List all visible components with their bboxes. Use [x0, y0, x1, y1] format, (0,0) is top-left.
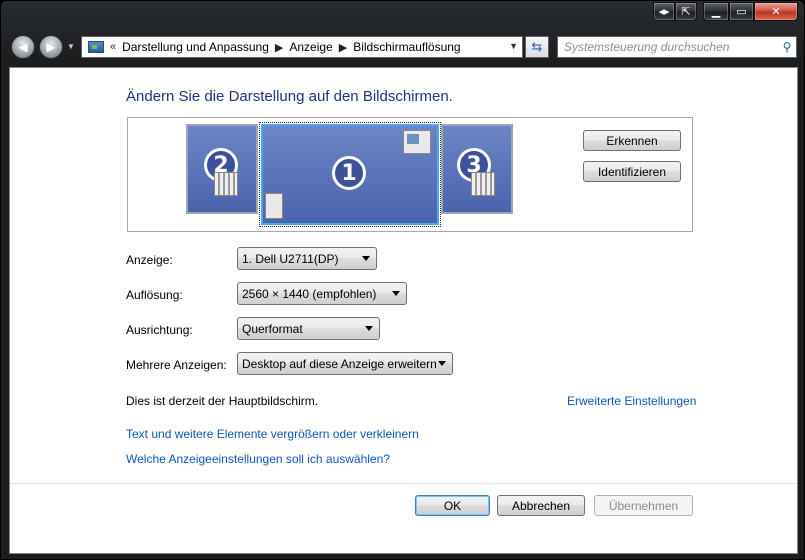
window: ◂▸ ⇱ ▁ ▭ ✕ ◀ ▶ ▼ « Darstellung und Anpas… [0, 0, 805, 560]
advanced-settings-link[interactable]: Erweiterte Einstellungen [567, 394, 701, 408]
close-button[interactable]: ✕ [754, 2, 798, 21]
close-icon: ✕ [771, 6, 781, 18]
display-select[interactable]: 1. Dell U2711(DP) [237, 247, 377, 270]
search-icon[interactable]: ⚲ [778, 40, 796, 54]
chevron-down-icon [362, 256, 370, 261]
identify-button[interactable]: Identifizieren [583, 161, 681, 182]
recent-pages-dropdown[interactable]: ▼ [67, 42, 75, 51]
monitor-calendar-icon [214, 172, 238, 196]
refresh-icon: ⇆ [531, 39, 543, 54]
pin-icon[interactable]: ⇱ [675, 2, 697, 21]
monitor-sidebar-icon [265, 193, 283, 219]
orientation-select[interactable]: Querformat [237, 317, 380, 340]
forward-button[interactable]: ▶ [39, 35, 63, 59]
maximize-button[interactable]: ▭ [729, 2, 754, 21]
page-title: Ändern Sie die Darstellung auf den Bilds… [126, 88, 453, 105]
arrows-icon[interactable]: ◂▸ [653, 2, 675, 21]
resolution-label: Auflösung: [126, 288, 183, 302]
back-button[interactable]: ◀ [11, 35, 35, 59]
chevron-down-icon [365, 326, 373, 331]
breadcrumb-chevron-icon[interactable]: ▶ [339, 41, 347, 54]
monitor-window-icon [403, 130, 431, 154]
display-select-value: 1. Dell U2711(DP) [242, 251, 339, 266]
chevron-down-icon [438, 361, 446, 366]
refresh-button[interactable]: ⇆ [525, 36, 549, 58]
status-text: Dies ist derzeit der Hauptbildschirm. [126, 394, 319, 408]
which-settings-link[interactable]: Welche Anzeigeeinstellungen soll ich aus… [126, 452, 390, 466]
ok-button[interactable]: OK [415, 495, 490, 516]
breadcrumb-overflow[interactable]: « [110, 41, 116, 53]
orientation-label: Ausrichtung: [126, 323, 193, 337]
multiple-displays-select-value: Desktop auf diese Anzeige erweitern [242, 356, 437, 371]
control-panel-icon [88, 41, 104, 53]
caption-buttons: ◂▸ ⇱ ▁ ▭ ✕ [653, 2, 798, 21]
monitor-2[interactable]: 2 [186, 124, 258, 214]
resolution-select-value: 2560 × 1440 (empfohlen) [242, 286, 377, 301]
back-arrow-icon: ◀ [18, 40, 28, 54]
multiple-displays-select[interactable]: Desktop auf diese Anzeige erweitern [237, 352, 453, 375]
cancel-button[interactable]: Abbrechen [497, 495, 585, 516]
minimize-button[interactable]: ▁ [703, 2, 729, 21]
forward-arrow-icon: ▶ [46, 40, 56, 54]
monitor-1[interactable]: 1 [259, 122, 441, 227]
breadcrumb-chevron-icon[interactable]: ▶ [275, 41, 283, 54]
minimize-icon: ▁ [711, 6, 721, 18]
content-pane: Ändern Sie die Darstellung auf den Bilds… [9, 67, 798, 554]
search-box: ⚲ [557, 36, 797, 58]
monitor-arrangement: 2 1 3 Erkennen Identifizieren [127, 117, 693, 232]
search-input[interactable] [558, 40, 778, 54]
address-dropdown-icon[interactable]: ▼ [509, 41, 518, 51]
breadcrumb-item-display[interactable]: Anzeige [289, 40, 332, 54]
monitor-calendar-icon [471, 172, 495, 196]
multiple-displays-label: Mehrere Anzeigen: [126, 358, 227, 372]
maximize-icon: ▭ [736, 6, 747, 18]
text-size-link[interactable]: Text und weitere Elemente vergrößern ode… [126, 427, 419, 441]
monitor-3[interactable]: 3 [441, 124, 513, 214]
divider [10, 483, 797, 484]
monitor-number-badge: 1 [332, 156, 366, 190]
address-bar[interactable]: « Darstellung und Anpassung ▶ Anzeige ▶ … [81, 36, 523, 58]
apply-button[interactable]: Übernehmen [594, 495, 693, 516]
resolution-select[interactable]: 2560 × 1440 (empfohlen) [237, 282, 407, 305]
orientation-select-value: Querformat [242, 321, 303, 336]
breadcrumb-item-appearance[interactable]: Darstellung und Anpassung [122, 40, 269, 54]
display-label: Anzeige: [126, 253, 173, 267]
detect-button[interactable]: Erkennen [583, 130, 681, 151]
breadcrumb-item-resolution[interactable]: Bildschirmauflösung [353, 40, 460, 54]
chevron-down-icon [392, 291, 400, 296]
